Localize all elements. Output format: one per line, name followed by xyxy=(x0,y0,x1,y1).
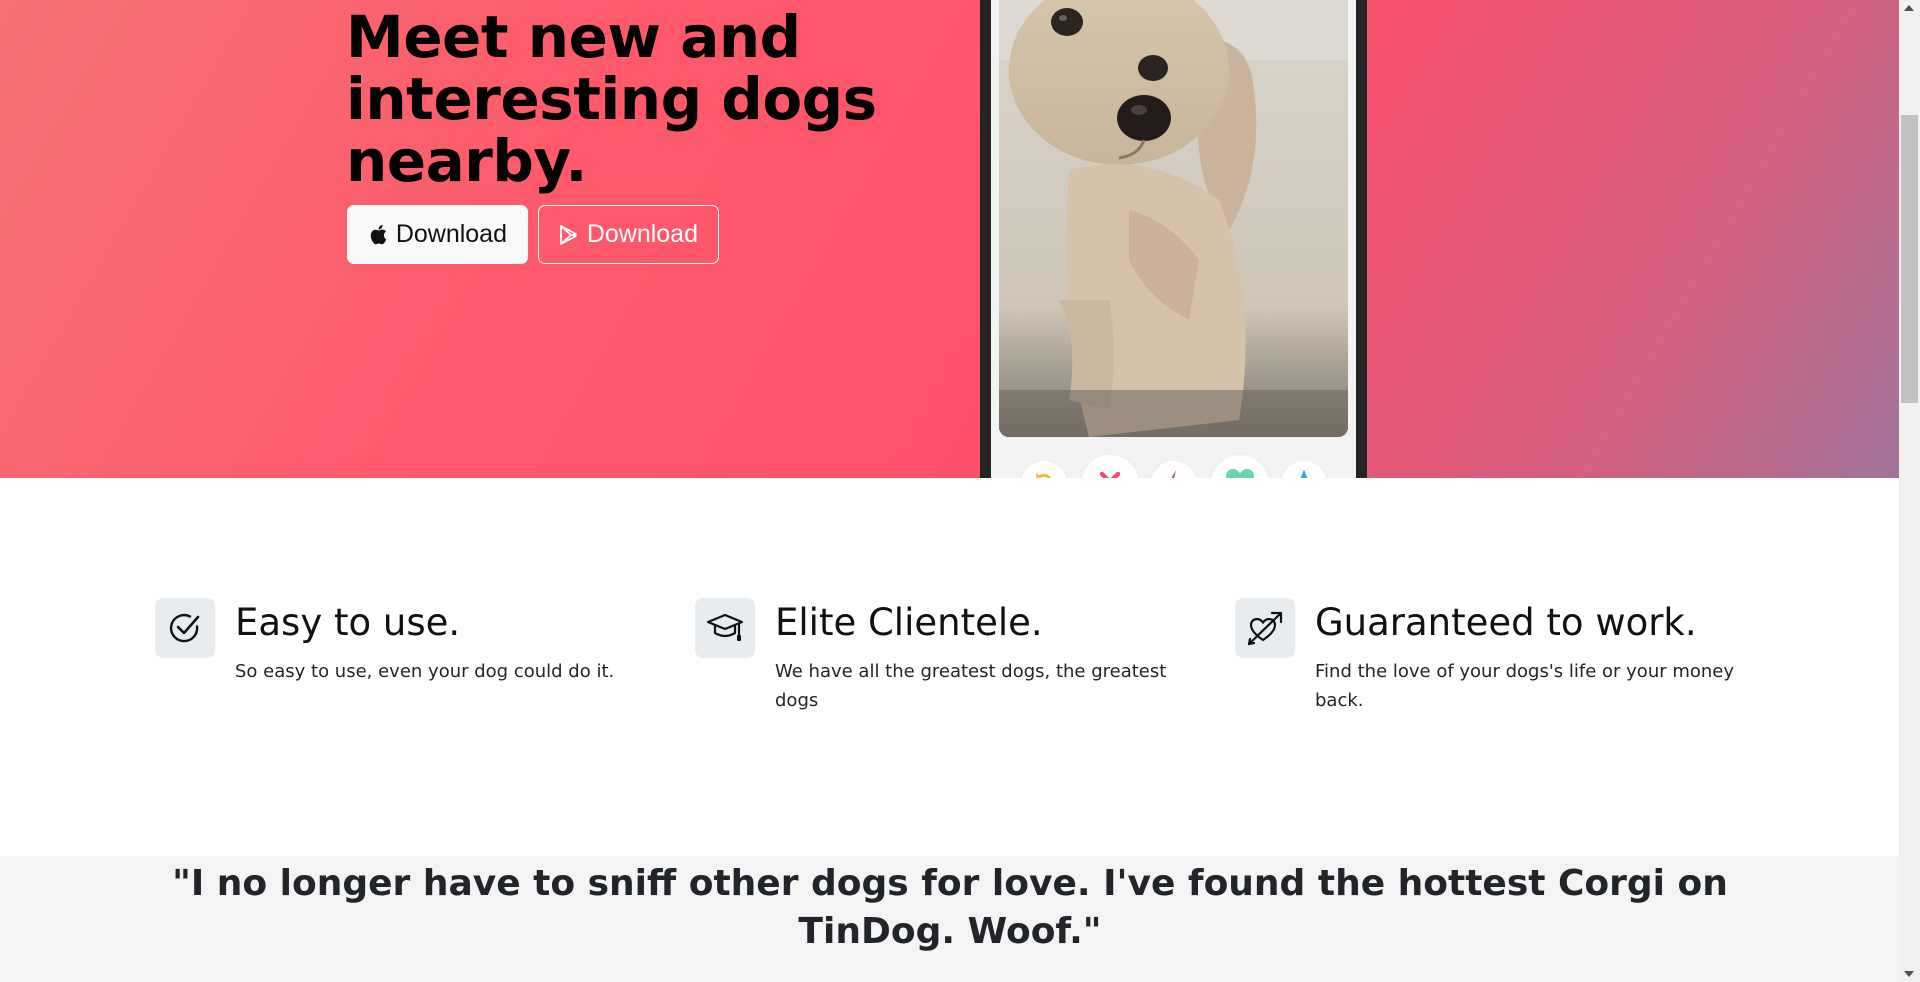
feature-title: Guaranteed to work. xyxy=(1315,601,1697,644)
apple-icon xyxy=(368,224,388,246)
hero-section: Meet new and interesting dogs nearby. Do… xyxy=(0,0,1899,478)
app-store-download-label: Download xyxy=(395,220,507,248)
scroll-up-arrow-icon[interactable] xyxy=(1904,5,1914,11)
testimonial-section: "I no longer have to sniff other dogs fo… xyxy=(0,856,1899,982)
swipe-action-row xyxy=(991,451,1356,478)
boost-button[interactable] xyxy=(1151,461,1197,478)
page-viewport: Meet new and interesting dogs nearby. Do… xyxy=(0,0,1899,982)
google-play-download-button[interactable]: Download xyxy=(538,205,719,264)
feature-elite-clientele: Elite Clientele. We have all the greates… xyxy=(695,598,1215,728)
like-button[interactable] xyxy=(1211,455,1269,478)
rewind-icon xyxy=(1031,469,1057,478)
check-circle-icon xyxy=(155,598,215,658)
feature-text: Find the love of your dogs's life or you… xyxy=(1315,661,1735,711)
scrollbar-thumb[interactable] xyxy=(1901,115,1918,403)
rewind-button[interactable] xyxy=(1021,461,1067,478)
boost-bolt-icon xyxy=(1164,469,1184,478)
google-play-icon xyxy=(559,224,579,246)
feature-text: We have all the greatest dogs, the great… xyxy=(775,661,1167,711)
phone-mockup xyxy=(980,0,1367,478)
super-like-button[interactable] xyxy=(1281,461,1327,478)
vertical-scrollbar[interactable] xyxy=(1899,0,1920,982)
app-store-download-button[interactable]: Download xyxy=(347,205,528,264)
like-heart-icon xyxy=(1225,468,1255,478)
dog-profile-photo xyxy=(999,0,1348,437)
graduation-cap-icon xyxy=(695,598,755,658)
scroll-down-arrow-icon[interactable] xyxy=(1904,971,1914,977)
nope-x-icon xyxy=(1097,469,1123,478)
feature-title: Easy to use. xyxy=(235,601,461,644)
testimonial-quote: "I no longer have to sniff other dogs fo… xyxy=(172,863,1728,952)
phone-screen xyxy=(991,0,1356,478)
feature-guaranteed: Guaranteed to work. Find the love of you… xyxy=(1235,598,1755,728)
nope-button[interactable] xyxy=(1081,455,1139,478)
feature-easy-to-use: Easy to use. So easy to use, even your d… xyxy=(155,598,675,728)
google-play-download-label: Download xyxy=(586,220,698,248)
hero-title: Meet new and interesting dogs nearby. xyxy=(346,3,877,195)
feature-title: Elite Clientele. xyxy=(775,601,1043,644)
heart-arrow-icon xyxy=(1235,598,1295,658)
feature-text: So easy to use, even your dog could do i… xyxy=(235,661,615,682)
super-like-star-icon xyxy=(1291,469,1317,478)
